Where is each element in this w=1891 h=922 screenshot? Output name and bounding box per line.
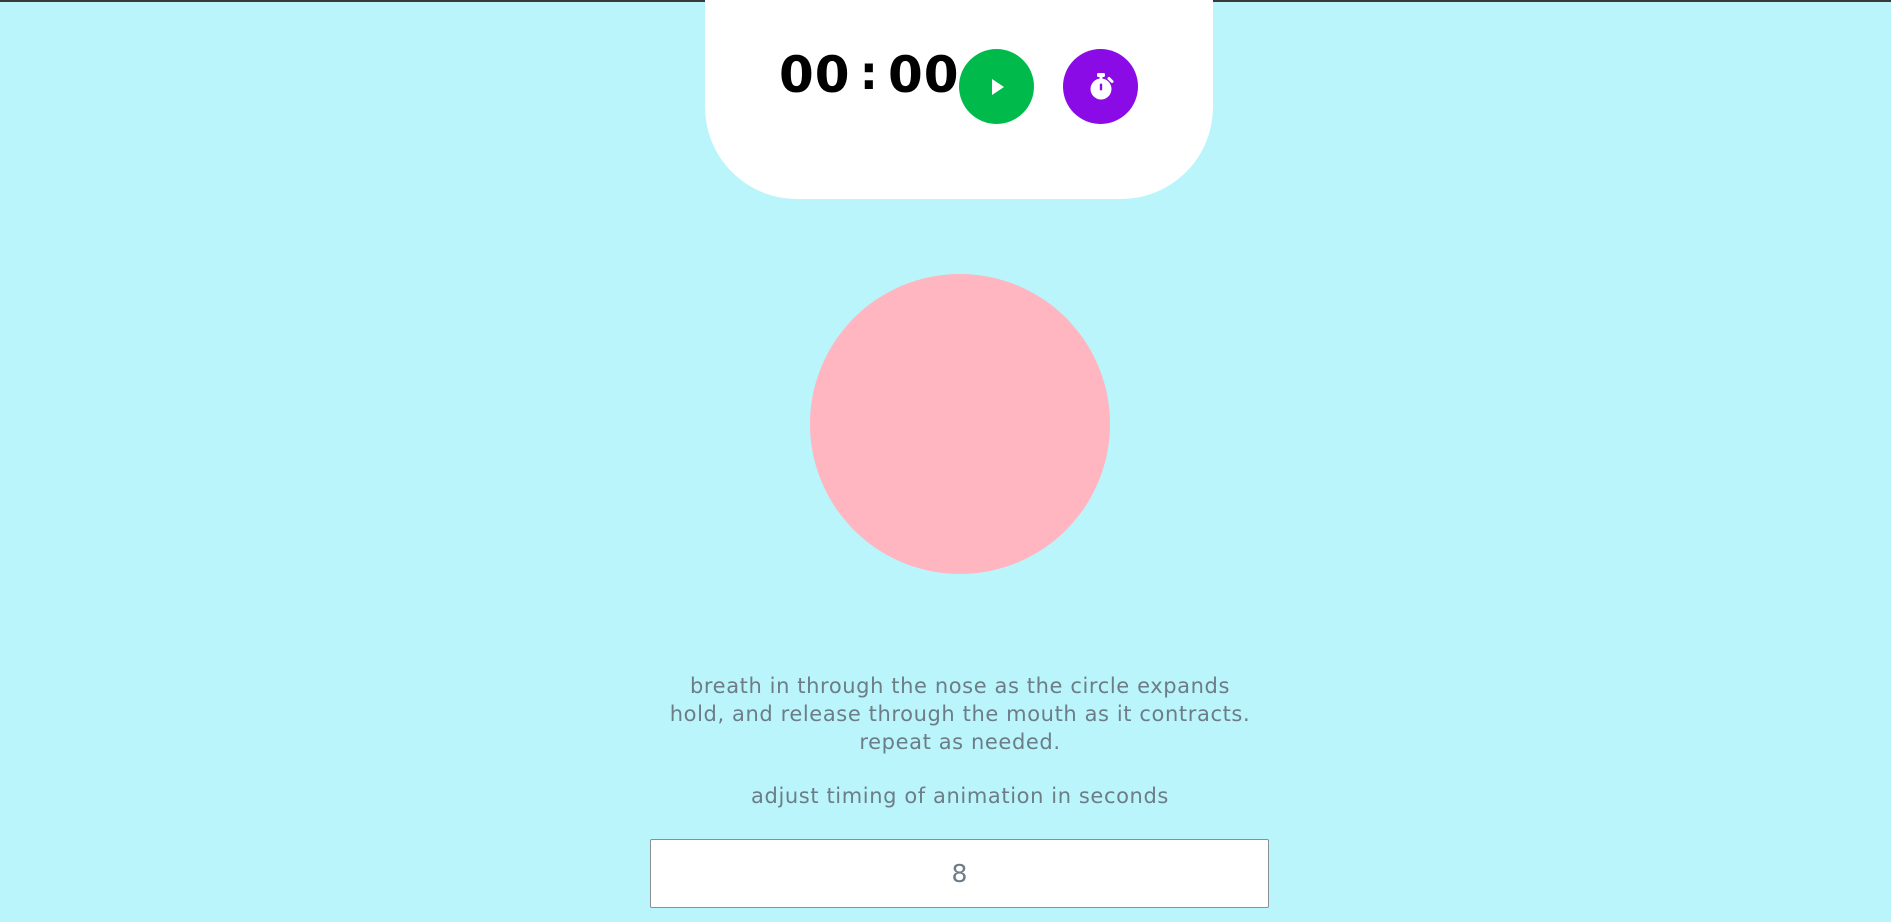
timing-input[interactable] [650,839,1269,908]
instruction-line: hold, and release through the mouth as i… [669,702,1251,726]
timer-seconds: 00 [888,46,960,104]
instruction-line: breath in through the nose as the circle… [689,674,1231,698]
timer-panel: 00 : 00 [705,0,1213,199]
stopwatch-icon [1084,70,1118,104]
timer-separator: : [859,46,879,100]
play-button[interactable] [959,49,1034,124]
stopwatch-button[interactable] [1063,49,1138,124]
breathing-circle [810,274,1110,574]
play-icon [986,76,1008,98]
instruction-line: repeat as needed. [859,730,1061,754]
timer-minutes: 00 [779,46,851,104]
timing-label: adjust timing of animation in seconds [751,784,1169,808]
timer-display: 00 : 00 [779,42,960,108]
breathing-instructions: breath in through the nose as the circle… [560,672,1360,756]
